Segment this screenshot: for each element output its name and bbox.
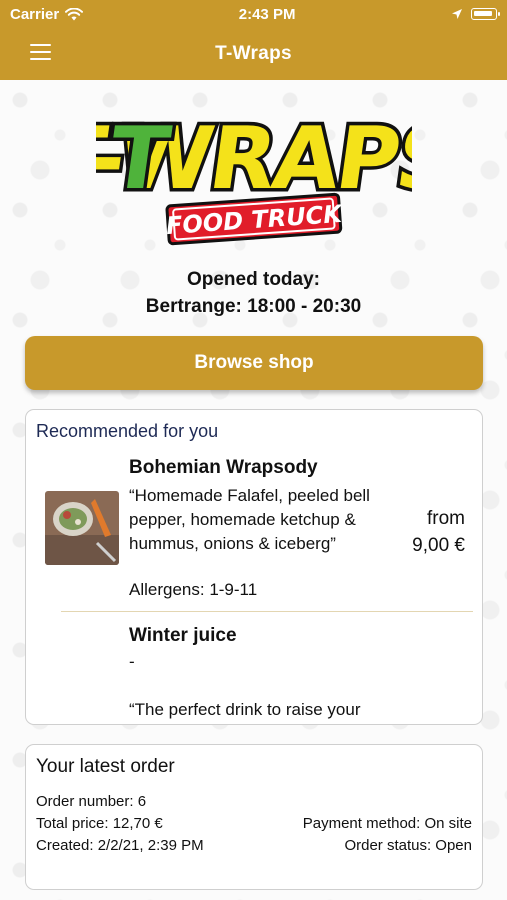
carrier-label: Carrier — [10, 5, 60, 23]
product-name: Winter juice — [129, 625, 237, 646]
location-arrow-icon — [452, 9, 462, 19]
navigation-bar: T-Wraps — [0, 28, 507, 80]
price-prefix: from — [427, 508, 465, 529]
opening-line-1: Opened today: — [186, 269, 320, 290]
status-time: 2:43 PM — [238, 5, 296, 23]
product-item[interactable]: Winter juice - “The perfect drink to rai… — [26, 622, 482, 724]
product-price: from 9,00 € — [385, 505, 465, 559]
order-status: Order status: Open — [344, 837, 472, 854]
product-allergens: Allergens: 1-9-11 — [129, 580, 258, 599]
product-name: Bohemian Wrapsody — [129, 457, 318, 478]
order-total-price: Total price: 12,70 € — [36, 815, 163, 832]
product-subtitle: - — [129, 652, 135, 671]
battery-icon — [471, 8, 500, 20]
order-payment-method: Payment method: On site — [302, 815, 472, 832]
recommended-heading: Recommended for you — [36, 421, 219, 441]
top-bar: Carrier 2:43 PM T-Wraps — [0, 0, 507, 80]
recommended-card: Recommended for you Bohemian Wrapsody “H… — [25, 409, 483, 725]
order-created: Created: 2/2/21, 2:39 PM — [36, 837, 204, 854]
product-item[interactable]: Bohemian Wrapsody “Homemade Falafel, pee… — [26, 454, 482, 612]
wifi-icon — [65, 7, 84, 20]
opening-line-2: Bertrange: 18:00 - 20:30 — [145, 296, 362, 317]
product-description: “Homemade Falafel, peeled bell pepper, h… — [129, 486, 370, 553]
product-description: “The perfect drink to raise your — [129, 700, 361, 719]
status-bar: Carrier 2:43 PM — [0, 0, 507, 28]
t-wraps-logo: T-WRAPS T FOOD TRUCK — [96, 106, 412, 246]
latest-order-heading: Your latest order — [36, 756, 175, 777]
hamburger-menu-icon[interactable] — [30, 41, 52, 63]
opening-hours: Opened today: Bertrange: 18:00 - 20:30 — [0, 266, 507, 320]
product-divider — [61, 611, 473, 612]
latest-order-card[interactable]: Your latest order Order number: 6 Total … — [25, 744, 483, 890]
status-left: Carrier — [10, 5, 84, 23]
product-thumbnail — [45, 491, 119, 565]
status-right — [451, 8, 500, 20]
browse-shop-button[interactable]: Browse shop — [25, 336, 483, 390]
nav-title: T-Wraps — [215, 43, 292, 64]
price-value: 9,00 € — [412, 535, 465, 556]
order-number: Order number: 6 — [36, 793, 147, 810]
